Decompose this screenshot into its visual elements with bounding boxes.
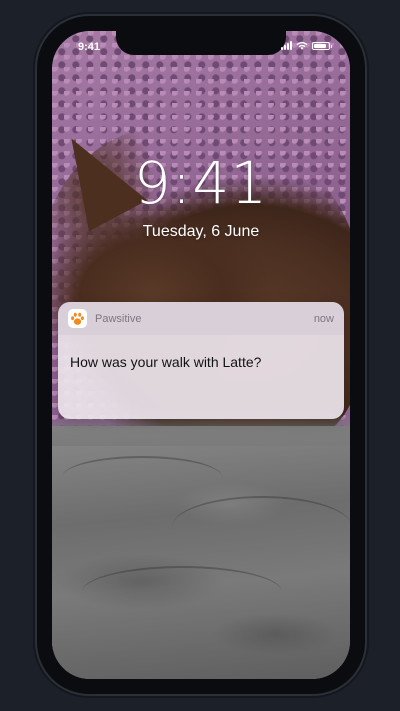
lock-screen-date: Tuesday, 6 June — [142, 223, 260, 240]
lock-screen-clock: 9:41 — [133, 149, 269, 217]
notification-time: now — [313, 312, 334, 325]
status-time: 9:41 — [78, 41, 101, 53]
paw-icon — [68, 309, 87, 328]
phone-frame: 9:41 9:41 Tuesday, 6 June Pawsitive now … — [37, 16, 365, 694]
wifi-icon — [296, 41, 308, 50]
blanket-fold — [82, 566, 282, 618]
notification-message: How was your walk with Latte? — [70, 354, 262, 370]
status-icons — [281, 41, 332, 50]
battery-fill — [314, 43, 326, 48]
notification-card[interactable]: Pawsitive now How was your walk with Lat… — [58, 302, 344, 419]
lock-screen: 9:41 9:41 Tuesday, 6 June Pawsitive now … — [52, 31, 350, 679]
notification-header: Pawsitive now — [58, 302, 344, 335]
wallpaper-grey-blanket — [52, 406, 350, 679]
cellular-signal-icon — [281, 41, 292, 50]
blanket-fold — [172, 496, 350, 558]
blanket-fold — [62, 456, 222, 498]
stage-background: 9:41 9:41 Tuesday, 6 June Pawsitive now … — [0, 0, 400, 711]
notification-app-name: Pawsitive — [95, 312, 142, 325]
status-bar: 9:41 — [52, 31, 350, 61]
battery-icon — [312, 41, 332, 50]
